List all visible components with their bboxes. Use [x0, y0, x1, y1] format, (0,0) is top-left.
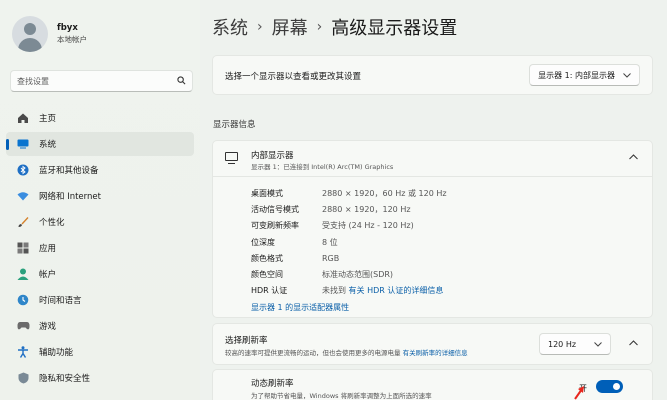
display-select-dropdown[interactable]: 显示器 1: 内部显示器	[529, 64, 640, 86]
sidebar-item-label: 主页	[39, 114, 57, 124]
globe-clock-icon	[16, 293, 30, 307]
sidebar-item-accessibility[interactable]: 辅助功能	[6, 340, 194, 364]
search-placeholder: 查找设置	[17, 76, 49, 86]
section-title: 显示器信息	[213, 120, 256, 130]
home-icon	[16, 111, 30, 125]
info-value: RGB	[322, 253, 340, 263]
display-info-header[interactable]: 内部显示器 显示器 1：已连接到 Intel(R) Arc(TM) Graphi…	[213, 141, 652, 177]
display-info-rows: 桌面模式 2880 × 1920，60 Hz 或 120 Hz 活动信号模式 2…	[251, 185, 447, 299]
system-icon	[16, 137, 30, 151]
sidebar-item-label: 时间和语言	[39, 296, 82, 306]
sidebar-item-label: 帐户	[39, 270, 57, 280]
breadcrumb-system[interactable]: 系统	[212, 14, 248, 40]
display-name: 内部显示器	[251, 151, 294, 161]
refresh-rate-subtitle: 较高的速率可提供更流畅的运动，但也会使用更多的电源电量 有关刷新率的详细信息	[225, 349, 468, 357]
info-row: 颜色格式 RGB	[251, 250, 447, 266]
display-select-card: 选择一个显示器以查看或更改其设置 显示器 1: 内部显示器	[212, 55, 653, 95]
info-key: HDR 认证	[251, 286, 288, 296]
user-name: fbyx	[57, 23, 78, 33]
sidebar-item-label: 隐私和安全性	[39, 374, 91, 384]
info-row: HDR 认证 未找到 有关 HDR 认证的详细信息	[251, 283, 447, 299]
sidebar-item-label: 游戏	[39, 322, 57, 332]
avatar	[12, 16, 48, 52]
hdr-status: 未找到	[322, 286, 349, 296]
sidebar-nav: 主页 系统 蓝牙和其他设备 网络和 Internet 个性化 应用 帐户 时间和…	[6, 106, 194, 392]
sidebar-item-label: 个性化	[39, 218, 65, 228]
display-info-card: 内部显示器 显示器 1：已连接到 Intel(R) Arc(TM) Graphi…	[212, 140, 653, 318]
monitor-icon	[225, 152, 238, 164]
refresh-rate-dropdown[interactable]: 120 Hz	[539, 333, 611, 355]
info-value: 2880 × 1920，120 Hz	[322, 204, 411, 214]
info-key: 可变刷新频率	[251, 221, 299, 231]
chevron-right-icon: ›	[316, 19, 323, 35]
breadcrumb-display[interactable]: 屏幕	[272, 14, 308, 40]
info-key: 颜色格式	[251, 253, 283, 263]
sidebar-item-privacy[interactable]: 隐私和安全性	[6, 366, 194, 390]
display-subtitle: 显示器 1：已连接到 Intel(R) Arc(TM) Graphics	[251, 163, 394, 171]
sidebar-item-personalization[interactable]: 个性化	[6, 210, 194, 234]
breadcrumb: 系统 › 屏幕 › 高级显示器设置	[212, 14, 457, 40]
info-row: 可变刷新频率 受支持 (24 Hz - 120 Hz)	[251, 218, 447, 234]
sidebar-item-time-language[interactable]: 时间和语言	[6, 288, 194, 312]
info-key: 位深度	[251, 237, 275, 247]
sidebar-item-home[interactable]: 主页	[6, 106, 194, 130]
page-title: 高级显示器设置	[331, 18, 458, 39]
refresh-rate-title: 选择刷新率	[225, 336, 268, 346]
shield-icon	[16, 371, 30, 385]
dynamic-refresh-subtitle: 为了帮助节省电量，Windows 将刷新率调整为上面所选的速率	[251, 392, 432, 400]
chevron-right-icon: ›	[257, 19, 263, 35]
refresh-rate-info-link[interactable]: 有关刷新率的详细信息	[403, 349, 468, 357]
account-icon	[16, 267, 30, 281]
display-select-value: 显示器 1: 内部显示器	[538, 70, 615, 80]
adapter-properties-link[interactable]: 显示器 1 的显示适配器属性	[251, 302, 349, 313]
sidebar-item-label: 蓝牙和其他设备	[39, 166, 99, 176]
info-row: 活动信号模式 2880 × 1920，120 Hz	[251, 201, 447, 217]
sidebar-item-apps[interactable]: 应用	[6, 236, 194, 260]
wifi-icon	[16, 189, 30, 203]
chevron-up-icon[interactable]	[629, 153, 638, 163]
sidebar-item-bluetooth[interactable]: 蓝牙和其他设备	[6, 158, 194, 182]
refresh-rate-card: 选择刷新率 较高的速率可提供更流畅的运动，但也会使用更多的电源电量 有关刷新率的…	[212, 323, 653, 365]
annotation-arrow-icon	[574, 386, 584, 400]
info-row: 桌面模式 2880 × 1920，60 Hz 或 120 Hz	[251, 185, 447, 201]
sidebar-item-gaming[interactable]: 游戏	[6, 314, 194, 338]
info-value: 标准动态范围(SDR)	[322, 270, 394, 280]
info-row: 位深度 8 位	[251, 234, 447, 250]
gamepad-icon	[16, 319, 30, 333]
sidebar-item-accounts[interactable]: 帐户	[6, 262, 194, 286]
sidebar-item-system[interactable]: 系统	[6, 132, 194, 156]
dynamic-refresh-toggle[interactable]	[596, 380, 623, 393]
user-profile[interactable]: fbyx 本地帐户	[12, 16, 87, 52]
refresh-rate-value: 120 Hz	[548, 339, 577, 349]
dynamic-refresh-title: 动态刷新率	[251, 379, 294, 389]
sidebar: fbyx 本地帐户 查找设置 主页 系统 蓝牙和其他设备 网络和 Interne…	[0, 0, 200, 400]
sidebar-item-label: 网络和 Internet	[39, 192, 101, 202]
info-value: 2880 × 1920，60 Hz 或 120 Hz	[322, 188, 447, 198]
bluetooth-icon	[16, 163, 30, 177]
accessibility-icon	[16, 345, 30, 359]
sidebar-item-label: 系统	[39, 140, 57, 150]
chevron-up-icon[interactable]	[629, 339, 638, 349]
info-value: 8 位	[322, 237, 338, 247]
dynamic-refresh-card: 动态刷新率 为了帮助节省电量，Windows 将刷新率调整为上面所选的速率 开	[212, 369, 653, 400]
hdr-info-link[interactable]: 有关 HDR 认证的详细信息	[349, 286, 444, 295]
account-type: 本地帐户	[57, 35, 87, 44]
search-icon[interactable]	[177, 75, 186, 87]
sidebar-item-label: 应用	[39, 244, 57, 254]
search-input[interactable]: 查找设置	[10, 70, 193, 92]
apps-icon	[16, 241, 30, 255]
sidebar-item-network[interactable]: 网络和 Internet	[6, 184, 194, 208]
chevron-down-icon	[623, 71, 631, 80]
info-key: 颜色空间	[251, 270, 283, 280]
chevron-down-icon	[594, 340, 602, 349]
info-value: 受支持 (24 Hz - 120 Hz)	[322, 221, 414, 231]
brush-icon	[16, 215, 30, 229]
info-key: 活动信号模式	[251, 204, 299, 214]
display-select-label: 选择一个显示器以查看或更改其设置	[225, 72, 362, 82]
info-row: 颜色空间 标准动态范围(SDR)	[251, 266, 447, 282]
info-value: 未找到 有关 HDR 认证的详细信息	[322, 285, 443, 296]
info-key: 桌面模式	[251, 188, 283, 198]
sidebar-item-label: 辅助功能	[39, 348, 74, 358]
